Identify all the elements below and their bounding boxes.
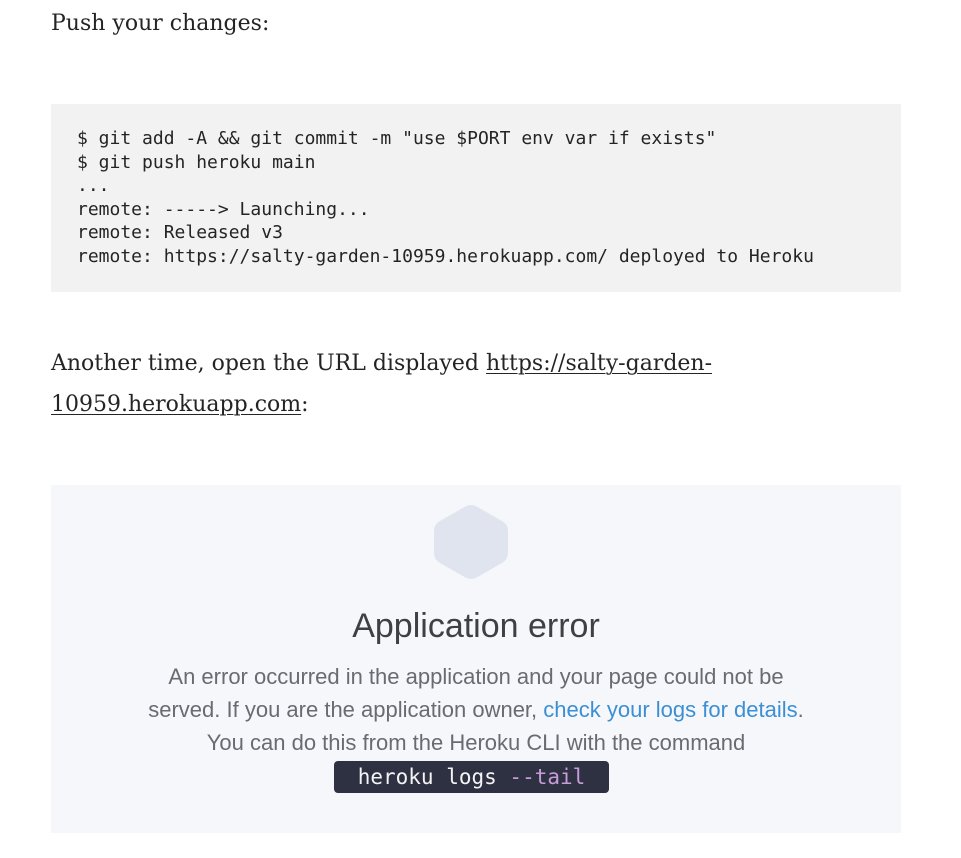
command-main: heroku logs xyxy=(357,765,510,789)
heroku-logs-command: heroku logs --tail xyxy=(334,761,609,793)
error-line-3: You can do this from the Heroku CLI with… xyxy=(206,730,746,755)
command-flag: --tail xyxy=(509,765,586,789)
intro-text: Push your changes: xyxy=(51,11,270,36)
code-block: $ git add -A && git commit -m "use $PORT… xyxy=(51,104,901,292)
open-url-prefix: Another time, open the URL displayed xyxy=(51,351,486,376)
code-line: remote: https://salty-garden-10959.herok… xyxy=(77,245,814,267)
code-line: remote: -----> Launching... xyxy=(77,198,370,220)
code-line: ... xyxy=(77,175,110,196)
error-line-2: served. If you are the application owner… xyxy=(51,693,901,726)
intro-paragraph: Push your changes: xyxy=(51,3,269,44)
open-url-suffix: : xyxy=(301,392,309,417)
error-line-2-prefix: served. If you are the application owner… xyxy=(148,697,544,722)
error-title: Application error xyxy=(352,607,600,645)
code-content: $ git add -A && git commit -m "use $PORT… xyxy=(77,127,901,268)
code-line: $ git add -A && git commit -m "use $PORT… xyxy=(77,128,717,149)
hexagon-icon xyxy=(434,505,508,579)
open-url-paragraph: Another time, open the URL displayed htt… xyxy=(51,343,901,425)
error-line-2-suffix: . xyxy=(797,697,804,722)
check-logs-link[interactable]: check your logs for details xyxy=(543,697,797,722)
code-line: $ git push heroku main xyxy=(77,151,316,173)
application-error-screenshot: Application error An error occurred in t… xyxy=(51,485,901,833)
error-line-1: An error occurred in the application and… xyxy=(168,664,784,689)
code-line: remote: Released v3 xyxy=(77,222,283,243)
error-message: An error occurred in the application and… xyxy=(51,660,901,759)
